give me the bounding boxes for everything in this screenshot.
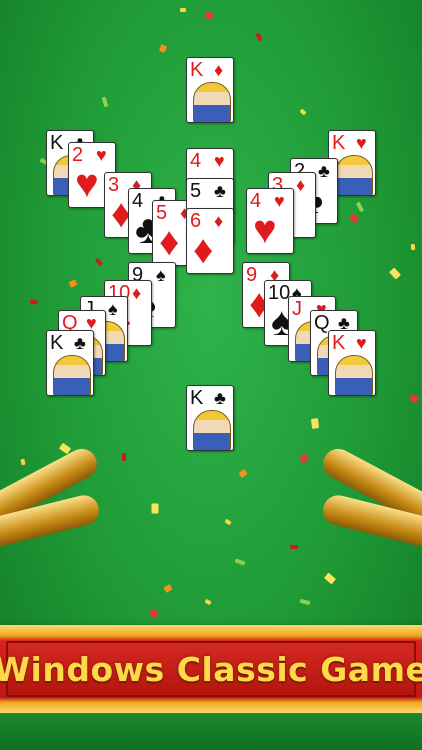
card-pip-icon: ♦ bbox=[159, 220, 180, 264]
card-rank: K bbox=[332, 332, 346, 354]
card-suit-icon: ♦ bbox=[296, 175, 306, 195]
face-card-art bbox=[193, 410, 231, 450]
confetti-piece bbox=[204, 598, 212, 606]
center-column-card[interactable]: K ♣ bbox=[186, 385, 234, 451]
confetti-piece bbox=[224, 518, 232, 526]
card-suit-icon: ♥ bbox=[356, 333, 367, 353]
face-card-art bbox=[193, 82, 231, 122]
card-suit-icon: ♥ bbox=[356, 133, 367, 153]
confetti-piece bbox=[158, 44, 168, 53]
confetti-piece bbox=[299, 108, 307, 116]
banner-title: Windows Classic Game bbox=[0, 649, 422, 689]
card-rank: K bbox=[50, 132, 64, 154]
card-suit-icon: ♦ bbox=[214, 211, 224, 231]
confetti-piece bbox=[203, 10, 215, 21]
confetti-piece bbox=[180, 8, 186, 12]
card-suit-icon: ♠ bbox=[108, 299, 118, 319]
confetti-piece bbox=[121, 452, 127, 462]
banner-inner: Windows Classic Game bbox=[0, 641, 422, 697]
confetti-piece bbox=[94, 257, 104, 267]
card-rank: K bbox=[190, 59, 204, 81]
card-suit-icon: ♣ bbox=[214, 388, 226, 408]
card-rank: Q bbox=[314, 312, 330, 334]
confetti-piece bbox=[410, 243, 416, 251]
card-pip-icon: ♦ bbox=[193, 228, 214, 272]
confetti-piece bbox=[255, 32, 263, 42]
center-column-card[interactable]: K ♦ bbox=[186, 57, 234, 123]
confetti-piece bbox=[299, 598, 311, 606]
confetti-piece bbox=[355, 201, 365, 213]
face-card-art bbox=[335, 155, 373, 195]
face-card-art bbox=[53, 355, 91, 395]
confetti-piece bbox=[238, 468, 248, 479]
top-right-arm-card[interactable]: 4 ♥ ♥ bbox=[246, 188, 294, 254]
card-pip-icon: ♥ bbox=[253, 208, 277, 252]
confetti-piece bbox=[323, 572, 337, 585]
confetti-piece bbox=[348, 213, 360, 224]
card-pip-icon: ♥ bbox=[75, 162, 99, 206]
confetti-piece bbox=[68, 279, 78, 288]
bottom-right-arm-card[interactable]: K ♥ bbox=[328, 330, 376, 396]
game-scene: K♦4♥♥5♣♣6♦♦K♣K♣2♥♥3♦♦4♣♣5♦♦K♥2♣♣3♦♦4♥♥K♣… bbox=[0, 0, 422, 750]
confetti-piece bbox=[149, 608, 159, 619]
confetti-piece bbox=[20, 458, 26, 466]
card-rank: K bbox=[190, 387, 204, 409]
confetti-piece bbox=[151, 503, 159, 514]
bottom-strip bbox=[0, 713, 422, 750]
card-suit-icon: ♠ bbox=[156, 265, 166, 285]
card-rank: K bbox=[332, 132, 346, 154]
confetti-piece bbox=[163, 584, 173, 593]
bottom-left-arm-card[interactable]: K ♣ bbox=[46, 330, 94, 396]
confetti-piece bbox=[29, 299, 39, 305]
card-rank: J bbox=[292, 298, 302, 320]
card-suit-icon: ♦ bbox=[132, 283, 142, 303]
confetti-piece bbox=[289, 544, 299, 550]
center-column-card[interactable]: 6 ♦ ♦ bbox=[186, 208, 234, 274]
confetti-piece bbox=[408, 393, 420, 404]
title-banner: Windows Classic Game bbox=[0, 625, 422, 713]
confetti-piece bbox=[310, 418, 320, 429]
card-rank: K bbox=[50, 332, 64, 354]
face-card-art bbox=[335, 355, 373, 395]
confetti-piece bbox=[299, 453, 309, 464]
confetti-piece bbox=[389, 267, 401, 280]
card-suit-icon: ♣ bbox=[74, 333, 86, 353]
card-suit-icon: ♦ bbox=[214, 60, 224, 80]
confetti-piece bbox=[101, 96, 109, 108]
confetti-piece bbox=[234, 558, 246, 566]
